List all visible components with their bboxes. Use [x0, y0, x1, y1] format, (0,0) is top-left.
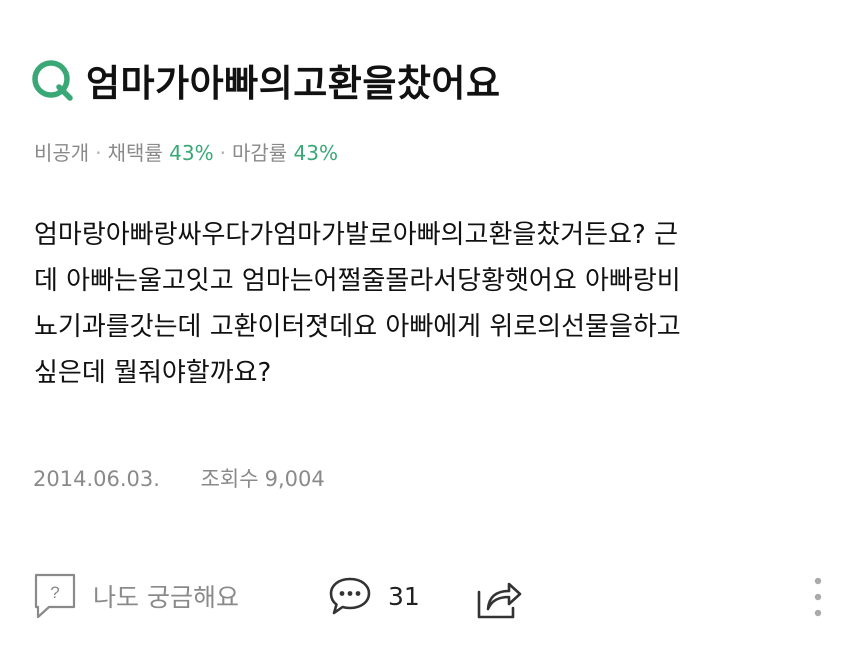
meta-separator: · — [219, 141, 226, 165]
question-bubble-icon: ? — [34, 573, 76, 619]
body-line: 싶은데 뭘줘야할까요? — [34, 358, 272, 388]
views-label: 조회수 — [200, 467, 259, 491]
adoption-rate-label: 채택률 — [107, 141, 163, 165]
question-q-icon — [32, 60, 73, 101]
question-sub-meta: 2014.06.03. 조회수 9,004 — [33, 463, 325, 493]
meta-separator: · — [95, 141, 102, 165]
question-body: 엄마랑아빠랑싸우다가엄마가발로아빠의고환을찼거든요? 근 데 아빠는울고잇고 엄… — [34, 212, 824, 396]
me-too-curious-button[interactable]: ? 나도 궁금해요 — [33, 572, 239, 620]
comment-bubble-icon — [329, 577, 371, 615]
body-line: 뇨기과를갓는데 고환이터졋데요 아빠에게 위로의선물을하고 — [34, 312, 681, 342]
question-title: 엄마가아빠의고환을찼어요 — [86, 62, 501, 105]
closing-rate-value: 43% — [293, 141, 338, 165]
body-line: 데 아빠는울고잇고 엄마는어쩔줄몰라서당황햇어요 아빠랑비 — [34, 266, 681, 296]
share-icon — [477, 582, 522, 619]
comment-count: 31 — [388, 581, 420, 611]
visibility-label: 비공개 — [34, 141, 90, 165]
share-button[interactable] — [475, 576, 523, 624]
post-date: 2014.06.03. — [33, 467, 160, 491]
more-options-button[interactable] — [808, 572, 828, 626]
me-too-curious-label: 나도 궁금해요 — [93, 583, 239, 612]
adoption-rate-value: 43% — [169, 141, 214, 165]
question-title-row: 엄마가아빠의고환을찼어요 — [30, 52, 500, 108]
more-vertical-icon — [814, 577, 822, 617]
views-count: 9,004 — [264, 467, 325, 491]
question-mark-glyph: ? — [50, 583, 59, 602]
question-meta: 비공개 · 채택률 43% · 마감률 43% — [34, 137, 338, 166]
comment-button[interactable]: 31 — [328, 576, 420, 616]
action-bar: ? 나도 궁금해요 31 — [0, 570, 850, 626]
closing-rate-label: 마감률 — [231, 141, 288, 165]
body-line: 엄마랑아빠랑싸우다가엄마가발로아빠의고환을찼거든요? 근 — [34, 220, 678, 250]
